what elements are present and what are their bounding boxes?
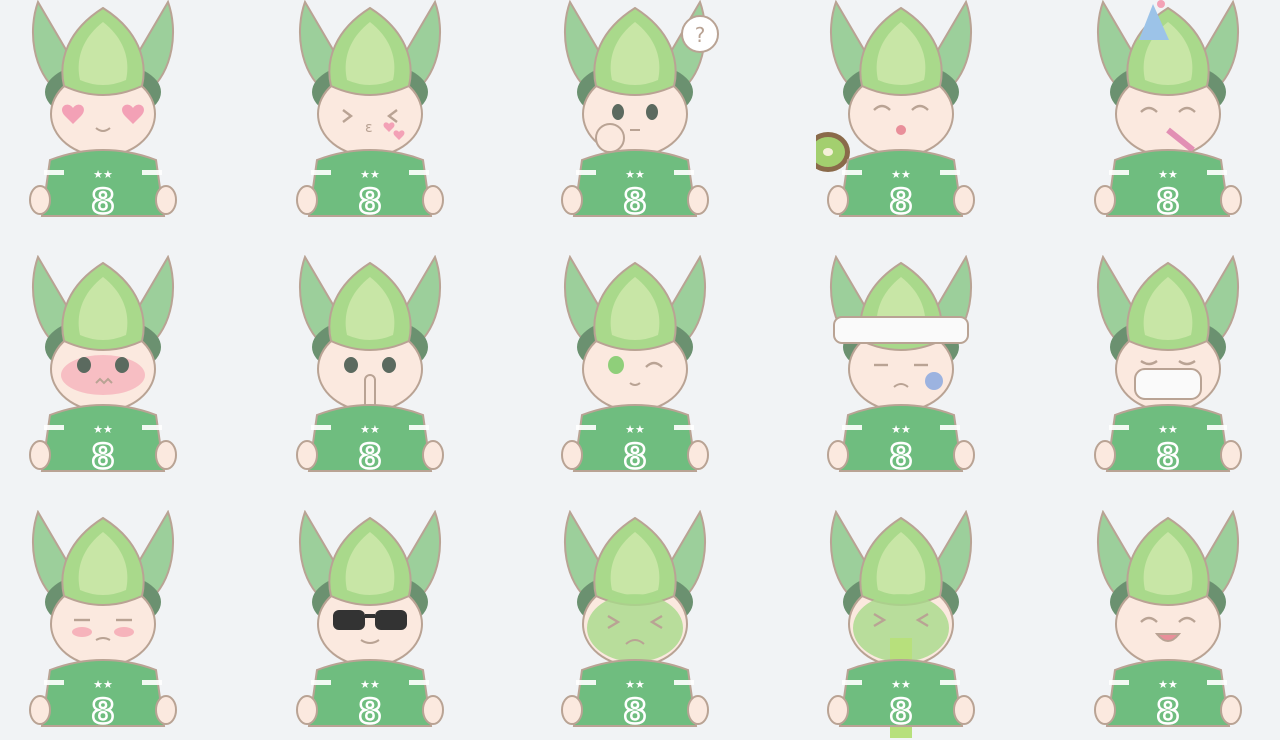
jersey-number: 8	[91, 437, 115, 477]
sticker-nauseous-green: ★★ 8	[550, 510, 720, 740]
jersey-number: 8	[1156, 692, 1180, 732]
jersey-stars: ★★	[360, 678, 380, 691]
mascot-icon: ★★ 8	[1094, 510, 1242, 733]
jersey-stars: ★★	[1158, 678, 1178, 691]
jersey-stars: ★★	[891, 168, 911, 181]
jersey-number: 8	[623, 182, 647, 222]
sticker-smug-annoyed: ★★ 8	[18, 510, 188, 740]
jersey-number: 8	[623, 692, 647, 732]
jersey-number: 8	[91, 692, 115, 732]
mascot-icon: ★★ 8	[816, 0, 975, 223]
svg-text:ɛ: ɛ	[365, 120, 373, 136]
jersey-stars: ★★	[1158, 423, 1178, 436]
sticker-injured-bandage: ★★ 8	[816, 255, 986, 485]
jersey-number: 8	[358, 437, 382, 477]
question-bubble: ?	[695, 23, 706, 47]
jersey-number: 8	[889, 437, 913, 477]
sticker-happy-laughing: ★★ 8	[1083, 510, 1253, 740]
jersey-number: 8	[358, 182, 382, 222]
sticker-sheet: ★★ 8 ɛ ★★ 8 ★★ 8 ? ★★ 8 ★★ 8 ★★ 8 ★★ 8 ★…	[0, 0, 1280, 738]
sticker-heart-eyes: ★★ 8	[18, 0, 188, 230]
jersey-number: 8	[1156, 437, 1180, 477]
mascot-icon: ★★ 8	[296, 255, 444, 478]
jersey-stars: ★★	[360, 423, 380, 436]
jersey-stars: ★★	[625, 423, 645, 436]
sticker-confused-question: ★★ 8 ?	[550, 0, 720, 230]
jersey-stars: ★★	[93, 678, 113, 691]
mascot-icon: ★★ 8 ?	[561, 0, 719, 223]
jersey-number: 8	[1156, 182, 1180, 222]
sticker-blowing-kiss: ɛ ★★ 8	[285, 0, 455, 230]
jersey-stars: ★★	[625, 168, 645, 181]
sticker-vomiting: ★★ 8	[816, 510, 986, 740]
sticker-party-celebration: ★★ 8	[1083, 0, 1253, 230]
mascot-icon: ★★ 8	[561, 510, 709, 733]
jersey-number: 8	[889, 182, 913, 222]
sticker-shush: ★★ 8	[285, 255, 455, 485]
mascot-icon: ★★ 8	[29, 510, 177, 733]
jersey-stars: ★★	[93, 168, 113, 181]
jersey-number: 8	[358, 692, 382, 732]
mascot-icon: ★★ 8	[29, 0, 177, 223]
sticker-sunglasses: ★★ 8	[285, 510, 455, 740]
jersey-stars: ★★	[93, 423, 113, 436]
jersey-number: 8	[91, 182, 115, 222]
mascot-icon: ★★ 8	[296, 510, 444, 733]
sticker-blushing: ★★ 8	[18, 255, 188, 485]
mascot-icon: ★★ 8	[1094, 0, 1242, 223]
jersey-stars: ★★	[360, 168, 380, 181]
sticker-sick-mask: ★★ 8	[1083, 255, 1253, 485]
jersey-number: 8	[623, 437, 647, 477]
sticker-wink: ★★ 8	[550, 255, 720, 485]
mascot-icon: ★★ 8	[827, 510, 975, 738]
jersey-stars: ★★	[1158, 168, 1178, 181]
mascot-icon: ★★ 8	[827, 255, 975, 478]
jersey-stars: ★★	[891, 423, 911, 436]
jersey-number: 8	[889, 692, 913, 732]
mascot-icon: ★★ 8	[561, 255, 709, 478]
jersey-stars: ★★	[625, 678, 645, 691]
sticker-eating-kiwi: ★★ 8	[816, 0, 986, 230]
jersey-stars: ★★	[891, 678, 911, 691]
mascot-icon: ★★ 8	[1094, 255, 1242, 478]
mascot-icon: ★★ 8	[29, 255, 177, 478]
mascot-icon: ɛ ★★ 8	[296, 0, 444, 223]
